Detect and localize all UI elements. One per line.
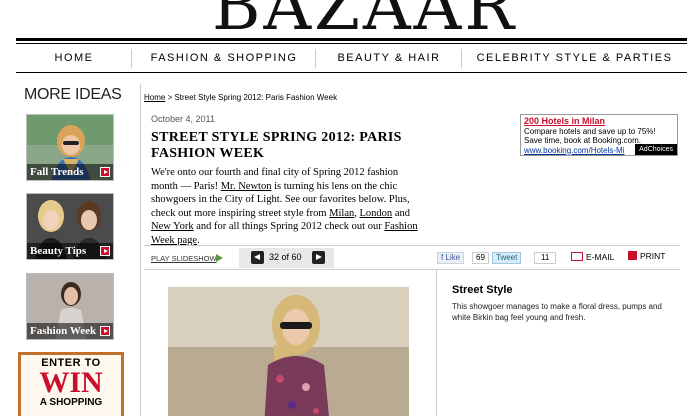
- promo-fashion-week[interactable]: Fashion Week: [26, 273, 114, 340]
- caption-divider: [436, 270, 437, 416]
- tweet-label: Tweet: [496, 253, 518, 262]
- slide-caption: This showgoer manages to make a floral d…: [452, 302, 662, 322]
- nav-fashion-shopping[interactable]: FASHION & SHOPPING: [132, 44, 316, 72]
- slide-counter: 32 of 60: [269, 252, 302, 262]
- nav-rule: [16, 72, 687, 73]
- print-button[interactable]: PRINT: [628, 251, 666, 261]
- toolbar-rule: [144, 245, 680, 246]
- arrow-icon: [100, 167, 110, 177]
- breadcrumb-current: > Street Style Spring 2012: Paris Fashio…: [165, 93, 338, 102]
- more-ideas-heading: MORE IDEAS: [24, 86, 122, 103]
- slide-title: Street Style: [452, 284, 513, 296]
- hotel-ad[interactable]: 200 Hotels in Milan Compare hotels and s…: [520, 114, 678, 156]
- bazaar-logo[interactable]: BAZAAR: [212, 0, 517, 40]
- street-style-photo: [168, 287, 409, 416]
- article-date: October 4, 2011: [151, 114, 215, 124]
- article-headline: STREET STYLE SPRING 2012: PARIS FASHION …: [151, 130, 402, 161]
- body-text: and: [392, 207, 410, 219]
- nav-rule: [16, 38, 687, 41]
- prev-slide-button[interactable]: [251, 251, 264, 264]
- facebook-like-button[interactable]: f Like: [437, 252, 465, 264]
- link-london[interactable]: London: [360, 208, 393, 219]
- play-icon[interactable]: [216, 254, 223, 262]
- fb-like-label: Like: [445, 253, 461, 262]
- play-slideshow-link[interactable]: PLAY SLIDESHOW: [151, 254, 217, 263]
- fb-like-count: 69: [472, 252, 489, 264]
- arrow-icon: [100, 326, 110, 336]
- next-slide-button[interactable]: [312, 251, 325, 264]
- adchoices-badge[interactable]: AdChoices: [635, 143, 677, 155]
- slide-pager: 32 of 60: [239, 248, 334, 268]
- contest-ad[interactable]: ENTER TO WIN A SHOPPING: [18, 352, 124, 416]
- arrow-icon: [100, 246, 110, 256]
- body-text: .: [197, 234, 200, 246]
- tweet-count: 11: [534, 252, 557, 264]
- toolbar-rule: [144, 269, 680, 270]
- body-text: and for all things Spring 2012 check out…: [193, 221, 385, 232]
- ad-line: Compare hotels and save up to 75%!: [524, 126, 656, 136]
- breadcrumb-home-link[interactable]: Home: [144, 93, 165, 102]
- tweet-button[interactable]: Tweet: [492, 252, 522, 264]
- ad-title[interactable]: 200 Hotels in Milan: [524, 116, 674, 127]
- promo-beauty-tips[interactable]: Beauty Tips: [26, 193, 114, 260]
- column-divider: [140, 84, 141, 416]
- nav-celebrity-style[interactable]: CELEBRITY STYLE & PARTIES: [462, 44, 687, 72]
- link-mr-newton[interactable]: Mr. Newton: [221, 181, 272, 192]
- article-body: We're onto our fourth and final city of …: [151, 166, 419, 247]
- promo-fall-trends[interactable]: Fall Trends: [26, 114, 114, 181]
- main-nav: HOME FASHION & SHOPPING BEAUTY & HAIR CE…: [16, 44, 687, 72]
- nav-beauty-hair[interactable]: BEAUTY & HAIR: [316, 44, 462, 72]
- contest-win: WIN: [39, 366, 103, 399]
- nav-home[interactable]: HOME: [16, 44, 132, 72]
- breadcrumb: Home > Street Style Spring 2012: Paris F…: [144, 93, 337, 102]
- link-new-york[interactable]: New York: [151, 221, 194, 232]
- email-button[interactable]: E-MAIL: [571, 252, 614, 262]
- link-milan[interactable]: Milan: [329, 208, 354, 219]
- contest-line: A SHOPPING: [39, 397, 103, 408]
